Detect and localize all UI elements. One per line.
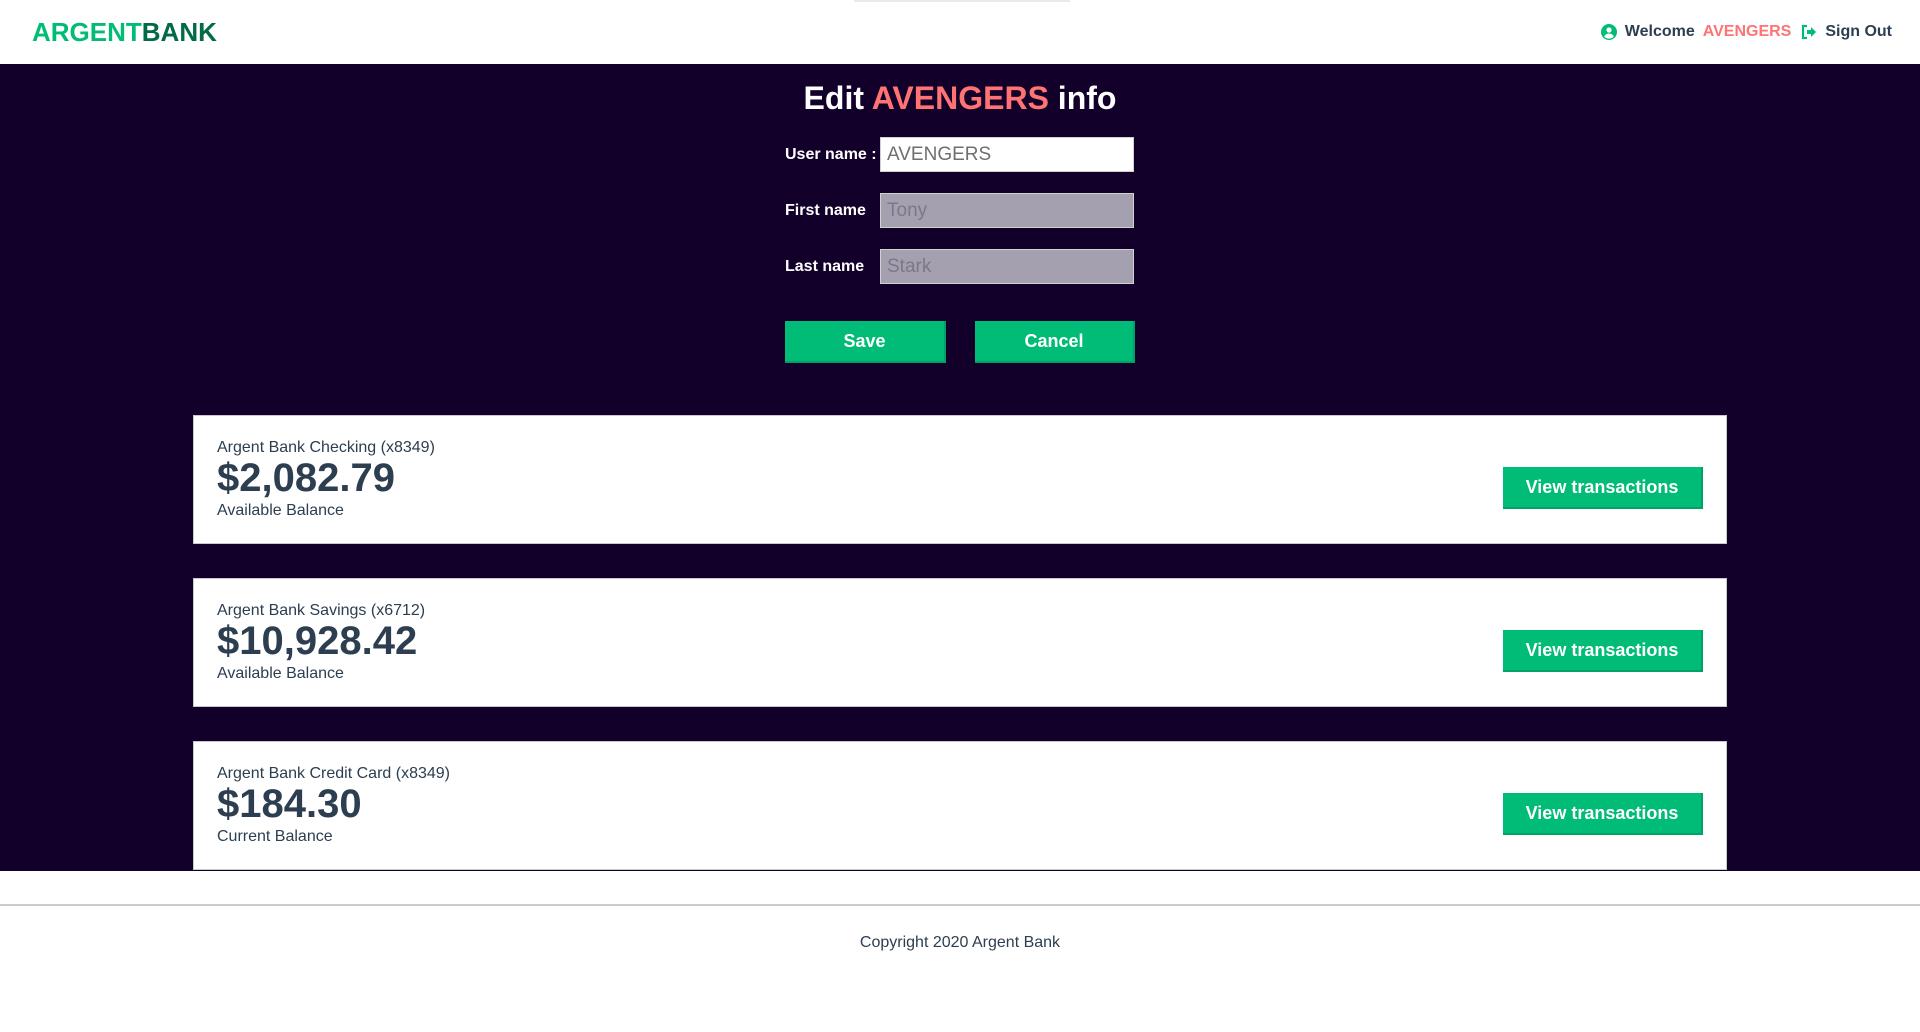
sign-out-link[interactable]: Sign Out xyxy=(1801,23,1892,41)
logo-text-argent: ARGENT xyxy=(32,16,142,47)
edit-title-name: AVENGERS xyxy=(871,80,1049,116)
username-label: User name : xyxy=(785,145,877,163)
username-input[interactable] xyxy=(880,137,1134,172)
lastname-label: Last name xyxy=(785,257,865,275)
lastname-input xyxy=(880,249,1134,284)
tab-indicator xyxy=(854,0,1070,2)
account-title: Argent Bank Credit Card (x8349) xyxy=(217,765,450,782)
account-description: Available Balance xyxy=(217,502,344,519)
firstname-row: First name xyxy=(785,193,1134,228)
footer: Copyright 2020 Argent Bank xyxy=(0,904,1920,1032)
welcome-label: Welcome xyxy=(1624,23,1695,40)
user-circle-icon xyxy=(1600,24,1617,40)
account-description: Available Balance xyxy=(217,665,344,682)
account-amount: $10,928.42 xyxy=(217,619,418,663)
footer-copyright: Copyright 2020 Argent Bank xyxy=(859,934,1061,951)
account-title: Argent Bank Checking (x8349) xyxy=(217,439,435,456)
account-title: Argent Bank Savings (x6712) xyxy=(217,602,426,619)
account-card-savings: Argent Bank Savings (x6712) $10,928.42 A… xyxy=(193,578,1727,707)
logo-text-bank: BANK xyxy=(141,16,217,47)
account-card-checking: Argent Bank Checking (x8349) $2,082.79 A… xyxy=(193,415,1727,544)
view-transactions-button[interactable]: View transactions xyxy=(1503,467,1703,509)
lastname-row: Last name xyxy=(785,249,1134,284)
welcome-user-link[interactable]: Welcome AVENGERS xyxy=(1600,23,1792,41)
save-button[interactable]: Save xyxy=(785,321,946,363)
welcome-username: AVENGERS xyxy=(1702,23,1792,40)
top-navbar: ARGENT BANK Welcome AVENGERS Sign Out xyxy=(0,0,1920,64)
account-amount: $2,082.79 xyxy=(217,456,395,500)
cancel-button[interactable]: Cancel xyxy=(975,321,1135,363)
argent-bank-logo[interactable]: ARGENT BANK xyxy=(32,17,217,48)
sign-out-label: Sign Out xyxy=(1825,23,1892,40)
edit-title-suffix: info xyxy=(1057,80,1117,116)
account-card-credit: Argent Bank Credit Card (x8349) $184.30 … xyxy=(193,741,1727,870)
user-nav: Welcome AVENGERS Sign Out xyxy=(1600,23,1892,41)
username-row: User name : xyxy=(785,137,1134,172)
main-content: Edit AVENGERS info User name : First nam… xyxy=(0,64,1920,871)
view-transactions-button[interactable]: View transactions xyxy=(1503,630,1703,672)
sign-out-icon xyxy=(1802,24,1817,40)
account-amount: $184.30 xyxy=(217,782,362,826)
view-transactions-button[interactable]: View transactions xyxy=(1503,793,1703,835)
firstname-input xyxy=(880,193,1134,228)
edit-title: Edit AVENGERS info xyxy=(0,80,1920,117)
account-description: Current Balance xyxy=(217,828,333,845)
firstname-label: First name xyxy=(785,201,866,219)
edit-title-prefix: Edit xyxy=(803,80,864,116)
